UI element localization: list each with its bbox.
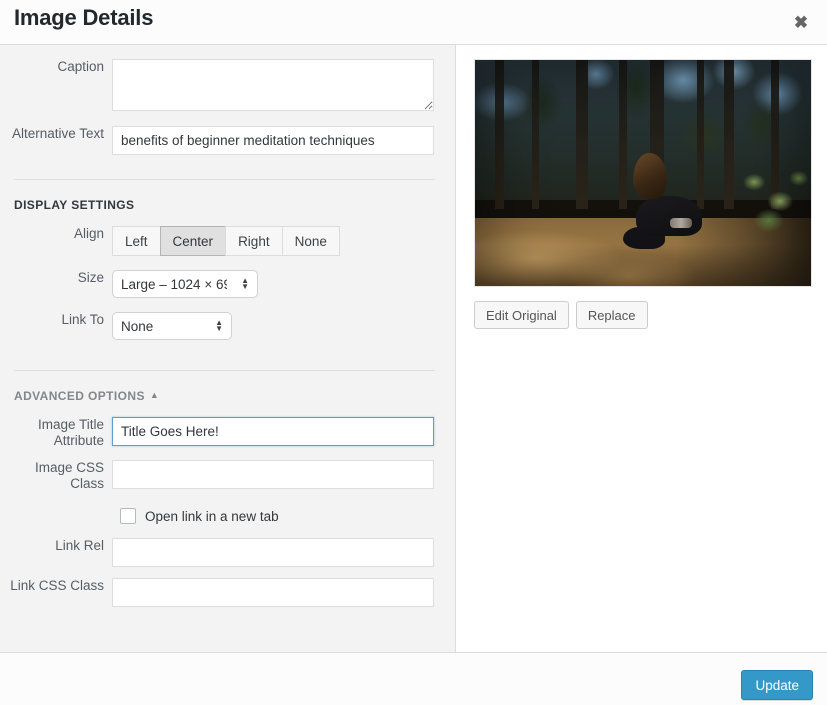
size-select[interactable]: Large – 1024 × 692 [112, 270, 258, 298]
image-details-modal: Image Details ✖ Caption Alternative Text… [0, 0, 827, 705]
caption-label: Caption [0, 59, 112, 75]
link-to-select[interactable]: None [112, 312, 232, 340]
open-in-new-tab-row: Open link in a new tab [0, 508, 455, 524]
caption-row: Caption [0, 59, 455, 116]
close-icon[interactable]: ✖ [785, 8, 817, 38]
link-rel-input[interactable] [112, 538, 434, 567]
image-preview [474, 59, 812, 287]
caption-input[interactable] [112, 59, 434, 111]
settings-panel: Caption Alternative Text DISPLAY SETTING… [0, 45, 456, 652]
alt-text-input[interactable] [112, 126, 434, 155]
image-preview-panel: Edit Original Replace [456, 45, 827, 652]
align-option-center[interactable]: Center [160, 226, 226, 256]
image-css-class-input[interactable] [112, 460, 434, 489]
align-option-right[interactable]: Right [225, 226, 282, 256]
align-row: Align Left Center Right None [0, 226, 455, 256]
size-label: Size [0, 270, 112, 286]
update-button[interactable]: Update [741, 670, 813, 700]
size-select-wrap: Large – 1024 × 692 ▲▼ [112, 270, 258, 298]
link-to-select-wrap: None ▲▼ [112, 312, 232, 340]
link-css-class-input[interactable] [112, 578, 434, 607]
image-action-buttons: Edit Original Replace [474, 301, 827, 329]
image-css-class-label: Image CSS Class [0, 460, 112, 492]
alt-text-row: Alternative Text [0, 126, 455, 155]
link-rel-label: Link Rel [0, 538, 112, 554]
image-title-attribute-label: Image Title Attribute [0, 417, 112, 449]
align-label: Align [0, 226, 112, 242]
replace-button[interactable]: Replace [576, 301, 648, 329]
link-to-row: Link To None ▲▼ [0, 312, 455, 340]
link-rel-row: Link Rel [0, 538, 455, 567]
advanced-options-label: ADVANCED OPTIONS [14, 389, 145, 403]
modal-body: Caption Alternative Text DISPLAY SETTING… [0, 45, 827, 652]
chevron-up-icon: ▲ [150, 390, 159, 400]
open-in-new-tab-label[interactable]: Open link in a new tab [145, 509, 279, 524]
link-to-label: Link To [0, 312, 112, 328]
page-title: Image Details [14, 5, 153, 31]
image-css-class-row: Image CSS Class [0, 460, 455, 492]
align-option-none[interactable]: None [282, 226, 340, 256]
display-settings-heading: DISPLAY SETTINGS [0, 180, 455, 226]
edit-original-button[interactable]: Edit Original [474, 301, 569, 329]
link-css-class-label: Link CSS Class [0, 578, 112, 594]
vignette-layer [475, 60, 811, 286]
image-title-attribute-input[interactable] [112, 417, 434, 446]
align-button-group: Left Center Right None [112, 226, 340, 256]
open-in-new-tab-checkbox[interactable] [120, 508, 136, 524]
modal-titlebar: Image Details ✖ [0, 0, 827, 45]
advanced-options-heading[interactable]: ADVANCED OPTIONS ▲ [0, 371, 455, 417]
size-row: Size Large – 1024 × 692 ▲▼ [0, 270, 455, 298]
modal-footer: Update [0, 652, 827, 705]
align-option-left[interactable]: Left [112, 226, 160, 256]
link-css-class-row: Link CSS Class [0, 578, 455, 607]
alt-text-label: Alternative Text [0, 126, 112, 142]
image-title-attribute-row: Image Title Attribute [0, 417, 455, 449]
